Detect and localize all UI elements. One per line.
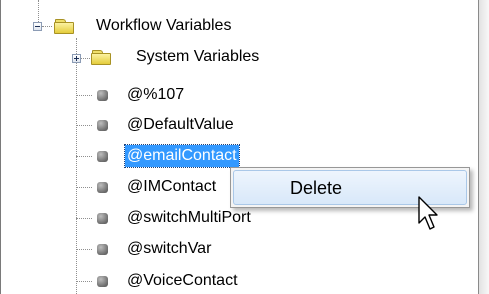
variable-icon [97,213,108,224]
variable-icon [97,244,108,255]
variable-icon [97,120,108,131]
variable-icon [97,276,108,287]
tree-connector-var-2 [76,125,92,126]
tree-connector-var-6 [76,249,92,250]
tree-leaf-label[interactable]: @switchMultiPort [125,207,253,229]
variable-icon [97,90,108,101]
tree-connector-var-5 [76,218,92,219]
tree-connector-root-h [42,26,52,27]
tree-leaf-label[interactable]: @%107 [125,84,186,106]
collapse-toggle-icon[interactable] [33,22,42,31]
panel-edge [479,0,489,294]
expand-toggle-icon[interactable] [72,54,81,63]
panel-left-border [0,0,1,294]
mouse-pointer-icon [418,196,438,230]
folder-icon [91,50,113,66]
tree-leaf-label[interactable]: @emailContact [124,144,240,168]
tree-connector-var-3 [76,156,92,157]
variable-tree: Workflow Variables System Variables @%10… [0,0,489,294]
tree-leaf-label[interactable]: @IMContact [125,176,218,198]
tree-connector-var-7 [76,281,92,282]
tree-leaf-label[interactable]: @DefaultValue [125,114,236,136]
tree-leaf-label[interactable]: @switchVar [125,238,213,260]
variable-icon [97,182,108,193]
tree-connector-var-4 [76,187,92,188]
folder-open-icon [54,19,76,35]
variable-icon [97,151,108,162]
tree-leaf-label[interactable]: @VoiceContact [125,270,240,292]
tree-connector-var-1 [76,95,92,96]
menu-item-label: Delete [290,178,343,198]
tree-connector-children [76,38,77,294]
tree-node-label[interactable]: System Variables [134,46,261,68]
tree-node-label[interactable]: Workflow Variables [94,15,233,37]
